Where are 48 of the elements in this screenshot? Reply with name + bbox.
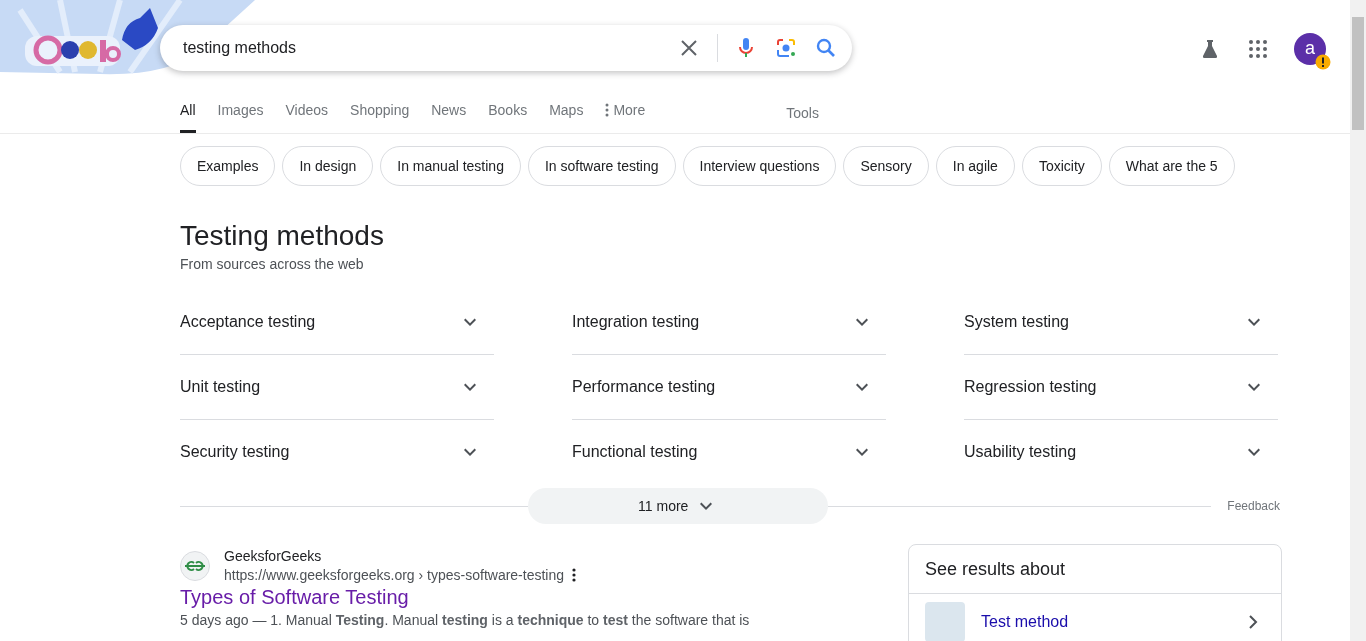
suggestion-chip[interactable]: Toxicity [1021, 146, 1102, 186]
accordion-item[interactable]: Functional testing [572, 420, 886, 484]
result-snippet: 5 days ago — 1. Manual Testing. Manual testing is a technique to test the software that is [180, 611, 751, 629]
section-subtitle: From sources across the web [180, 256, 365, 272]
search-tab[interactable]: All [180, 102, 196, 133]
site-logo-icon [184, 559, 206, 572]
accordion-item[interactable]: Acceptance testing [180, 290, 494, 354]
more-tab[interactable]: More [594, 102, 657, 133]
scrollbar-thumb[interactable] [1352, 17, 1364, 130]
suggestion-chip[interactable]: What are the 5 [1108, 146, 1235, 186]
accordion-item[interactable]: Performance testing [572, 355, 886, 419]
search-bar[interactable]: testing methods [160, 25, 852, 71]
card-item[interactable]: Test method [909, 594, 1281, 641]
search-tab[interactable]: News [420, 102, 478, 133]
suggestion-chip[interactable]: In manual testing [380, 146, 521, 186]
suggestion-chip[interactable]: Examples [180, 146, 276, 186]
search-tab[interactable]: Maps [538, 102, 595, 133]
show-more-button[interactable]: 11 more [528, 488, 829, 524]
account-avatar[interactable]: a [1294, 32, 1326, 65]
more-vert-icon[interactable] [572, 568, 577, 582]
tools-tab[interactable]: Tools [656, 105, 819, 133]
warning-icon [1315, 53, 1331, 70]
card-heading: See results about [909, 545, 1281, 594]
suggestion-chip[interactable]: In software testing [527, 146, 676, 186]
accordion-item[interactable]: Regression testing [964, 355, 1278, 419]
camera-icon[interactable] [774, 36, 798, 60]
suggestion-chip[interactable]: In agile [935, 146, 1015, 186]
accordion-item[interactable]: Security testing [180, 420, 494, 484]
result-title-link[interactable]: Types of Software Testing [180, 586, 409, 609]
more-vert-icon [605, 103, 610, 117]
accordion-item[interactable]: Unit testing [180, 355, 494, 419]
suggestion-chip[interactable]: Interview questions [682, 146, 837, 186]
feedback-link[interactable]: Feedback [1227, 499, 1280, 513]
accordion-item[interactable]: Usability testing [964, 420, 1278, 484]
search-tab[interactable]: Books [477, 102, 539, 133]
accordion-item[interactable]: System testing [964, 290, 1278, 354]
scrollbar[interactable] [1350, 0, 1366, 641]
result-url: https://www.geeksforgeeks.org › types-software-testing [224, 567, 565, 583]
search-tab[interactable]: Shopping [339, 102, 421, 133]
section-heading: Testing methods [180, 220, 385, 252]
site-name: GeeksforGeeks [224, 548, 323, 564]
suggestion-chip[interactable]: In design [282, 146, 374, 186]
search-tab[interactable]: Videos [274, 102, 340, 133]
accordion-item[interactable]: Integration testing [572, 290, 886, 354]
search-input[interactable]: testing methods [181, 38, 677, 58]
document-thumbnail [925, 602, 965, 641]
suggestion-chip[interactable]: Sensory [843, 146, 929, 186]
search-tab[interactable]: Images [206, 102, 275, 133]
